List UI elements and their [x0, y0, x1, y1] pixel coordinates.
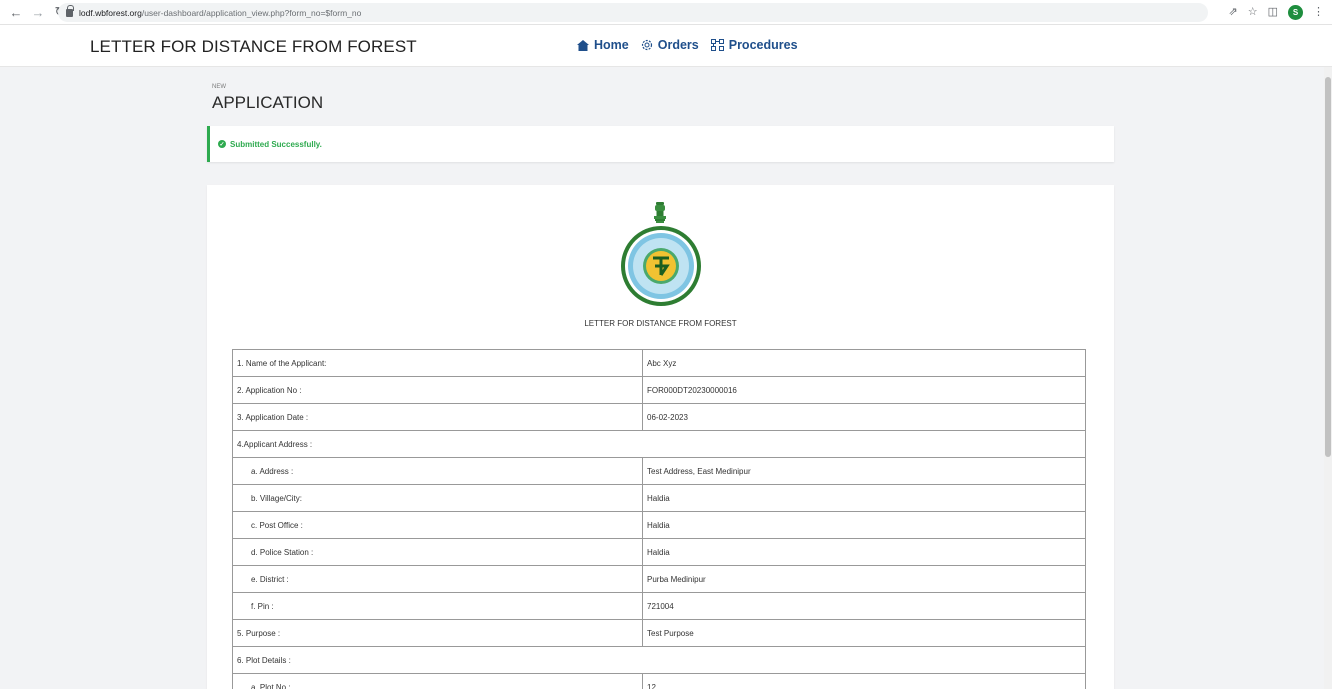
back-arrow-icon[interactable]: ← [8, 4, 24, 20]
main-nav: Home Orders Procedures [577, 38, 798, 52]
lock-icon [66, 4, 74, 17]
table-row: 3. Application Date :06-02-2023 [232, 403, 1086, 431]
section-label: 4.Applicant Address : [232, 430, 1086, 458]
site-title: LETTER FOR DISTANCE FROM FOREST [90, 37, 417, 56]
nav-home[interactable]: Home [577, 38, 629, 52]
url-path: /user-dashboard/application_view.php?for… [141, 7, 362, 18]
table-row: b. Village/City: Haldia [232, 484, 1086, 512]
application-document: LETTER FOR DISTANCE FROM FOREST 1. Name … [207, 185, 1114, 689]
row-label: 2. Application No : [232, 376, 643, 404]
page-title: APPLICATION [212, 93, 324, 112]
profile-avatar[interactable]: S [1288, 4, 1303, 20]
section-label: 6. Plot Details : [232, 646, 1086, 674]
row-value: Test Address, East Medinipur [642, 457, 1086, 485]
procedures-icon [710, 39, 724, 51]
row-label: 1. Name of the Applicant: [232, 349, 643, 377]
row-value: FOR000DT20230000016 [642, 376, 1086, 404]
row-value: Haldia [642, 538, 1086, 566]
share-icon[interactable]: ⇗ [1229, 4, 1238, 20]
address-bar[interactable]: lodf.wbforest.org/user-dashboard/applica… [58, 3, 1208, 22]
table-row: 6. Plot Details : [232, 646, 1086, 674]
row-value: Purba Medinipur [642, 565, 1086, 593]
nav-orders[interactable]: Orders [641, 38, 699, 52]
application-details-table: 1. Name of the Applicant: Abc Xyz 2. Appl… [232, 349, 1086, 689]
row-value: Test Purpose [642, 619, 1086, 647]
row-label: 3. Application Date : [232, 403, 643, 431]
site-header: LETTER FOR DISTANCE FROM FOREST Home Ord… [0, 25, 1332, 67]
alert-message: Submitted Successfully. [230, 139, 322, 149]
forward-arrow-icon[interactable]: → [30, 4, 46, 20]
row-value: 12 [642, 673, 1086, 689]
browser-toolbar: ← → ↻ lodf.wbforest.org/user-dashboard/a… [0, 0, 1332, 25]
row-value: Haldia [642, 484, 1086, 512]
table-row: a. Plot No :12 [232, 673, 1086, 689]
menu-dots-icon[interactable]: ⋮ [1313, 4, 1324, 20]
table-row: 5. Purpose : Test Purpose [232, 619, 1086, 647]
row-value: 721004 [642, 592, 1086, 620]
table-row: 1. Name of the Applicant: Abc Xyz [232, 349, 1086, 377]
check-circle-icon: ✓ [218, 140, 226, 148]
page-scrollbar[interactable] [1324, 67, 1332, 689]
table-row: d. Police Station : Haldia [232, 538, 1086, 566]
national-emblem-icon [654, 202, 666, 223]
scrollbar-thumb[interactable] [1325, 77, 1331, 457]
row-label: e. District : [232, 565, 643, 593]
row-label: a. Address : [232, 457, 643, 485]
row-label: f. Pin : [232, 592, 643, 620]
home-icon [577, 39, 589, 51]
row-label: 5. Purpose : [232, 619, 643, 647]
row-value: Haldia [642, 511, 1086, 539]
table-row: c. Post Office : Haldia [232, 511, 1086, 539]
table-row: e. District : Purba Medinipur [232, 565, 1086, 593]
table-row: f. Pin :721004 [232, 592, 1086, 620]
table-row: a. Address : Test Address, East Medinipur [232, 457, 1086, 485]
row-value: 06-02-2023 [642, 403, 1086, 431]
table-row: 2. Application No : FOR000DT20230000016 [232, 376, 1086, 404]
row-value: Abc Xyz [642, 349, 1086, 377]
nav-procedures-label: Procedures [728, 38, 798, 52]
url-host: lodf.wbforest.org [79, 7, 142, 18]
success-alert: ✓ Submitted Successfully. [207, 126, 1114, 162]
nav-procedures[interactable]: Procedures [710, 38, 798, 52]
side-panel-icon[interactable]: ◫ [1268, 4, 1278, 20]
page-subtitle: NEW [212, 84, 226, 90]
row-label: d. Police Station : [232, 538, 643, 566]
document-title: LETTER FOR DISTANCE FROM FOREST [584, 319, 737, 328]
row-label: a. Plot No : [232, 673, 643, 689]
nav-home-label: Home [594, 38, 629, 52]
gear-icon [641, 39, 652, 51]
west-bengal-seal-icon [621, 226, 701, 306]
row-label: b. Village/City: [232, 484, 643, 512]
row-label: c. Post Office : [232, 511, 643, 539]
nav-orders-label: Orders [657, 38, 699, 52]
star-icon[interactable]: ☆ [1248, 4, 1258, 20]
table-row: 4.Applicant Address : [232, 430, 1086, 458]
